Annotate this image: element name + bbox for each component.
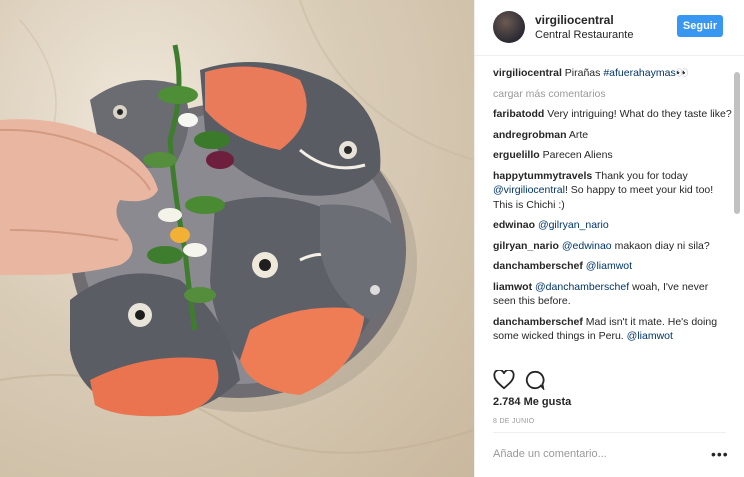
comment-mention[interactable]: @liamwot [627,330,673,342]
comment: gilryan_nario @edwinao makaon diay ni si… [493,239,733,254]
comment-mention[interactable]: @liamwot [586,260,632,272]
comment-username[interactable]: danchamberschef [493,316,583,328]
comment: happytummytravels Thank you for today @v… [493,169,733,213]
follow-button[interactable]: Seguir [677,15,723,37]
caption-emoji: 👀 [675,67,689,79]
comment-username[interactable]: faribatodd [493,108,544,120]
comment-text: Parecen Aliens [542,149,613,161]
caption: virgiliocentral Pirañas #afuerahaymas👀 [493,66,733,81]
comment: faribatodd Very intriguing! What do they… [493,107,733,122]
comment-text: Thank you for today [594,169,688,182]
caption-hashtag[interactable]: #afuerahaymas [603,67,675,79]
comment-text: Arte [568,128,589,141]
caption-text: Pirañas [564,67,601,79]
comment: edwinao @gilryan_nario [493,218,733,233]
heart-icon[interactable] [493,368,515,395]
comment-username[interactable]: danchamberschef [493,260,583,272]
comment: erguelillo Parecen Aliens [493,148,733,163]
comment: danchamberschef Mad isn't it mate. He's … [493,315,733,344]
comments-scrollbar[interactable] [734,72,740,214]
avatar[interactable] [493,11,525,43]
comment-username[interactable]: gilryan_nario [493,240,559,252]
comment-mention[interactable]: @danchamberschef [535,281,629,293]
comment: danchamberschef @liamwot [493,259,733,274]
comments-list[interactable]: virgiliocentral Pirañas #afuerahaymas👀 c… [493,66,733,362]
post-date: 8 DE JUNIO [493,418,535,425]
divider [493,432,726,433]
comment-text: makaon diay ni sila? [611,239,710,252]
comment-mention[interactable]: @virgiliocentral [493,184,565,196]
post-header: virgiliocentral Central Restaurante Segu… [475,0,744,56]
instagram-post: virgiliocentral Central Restaurante Segu… [0,0,744,477]
comment-icon[interactable] [525,370,545,395]
load-more-comments[interactable]: cargar más comentarios [493,87,733,102]
comment-mention[interactable]: @edwinao [562,240,612,252]
comment-username[interactable]: erguelillo [493,149,540,161]
caption-username[interactable]: virgiliocentral [493,67,562,79]
more-options-icon[interactable]: ••• [711,446,729,462]
comment: liamwot @danchamberschef woah, I've neve… [493,280,733,309]
comment: andregrobman Arte [493,128,733,143]
piranha-bowl-illustration [0,0,474,454]
post-photo[interactable] [0,0,474,477]
header-username[interactable]: virgiliocentral [535,13,614,27]
likes-count[interactable]: 2.784 Me gusta [493,396,571,408]
add-comment-input[interactable]: Añade un comentario... [493,448,607,460]
post-sidebar: virgiliocentral Central Restaurante Segu… [474,0,744,477]
comment-username[interactable]: edwinao [493,219,535,231]
comment-username[interactable]: happytummytravels [493,170,592,182]
comment-username[interactable]: andregrobman [493,129,567,141]
comment-text: Very intriguing! What do they taste like… [547,108,732,120]
comment-mention[interactable]: @gilryan_nario [538,219,609,231]
comment-username[interactable]: liamwot [493,281,532,293]
header-location[interactable]: Central Restaurante [535,29,633,41]
